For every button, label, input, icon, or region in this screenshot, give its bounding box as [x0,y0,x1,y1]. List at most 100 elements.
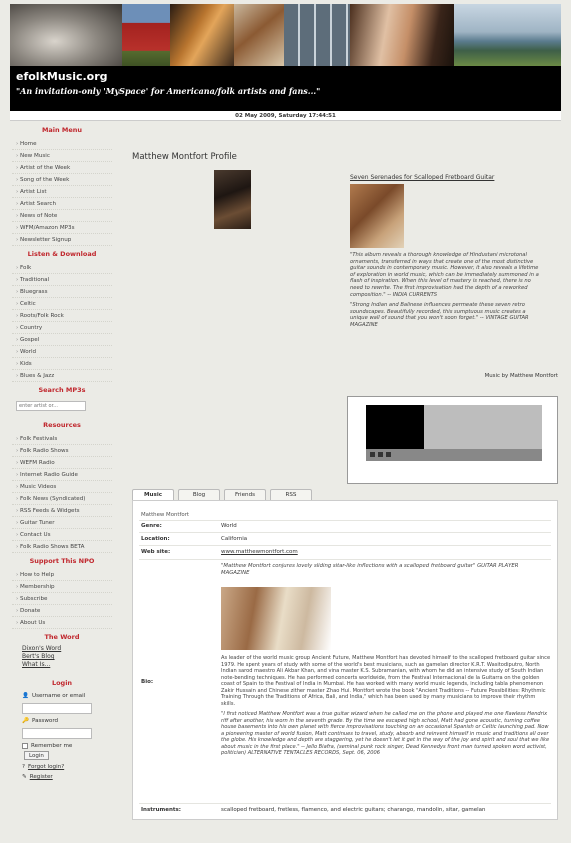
sidebar-item-folk-news[interactable]: Folk News (Syndicated) [12,493,112,505]
sidebar-item-radio-shows-beta[interactable]: Folk Radio Shows BETA [12,541,112,553]
sidebar-item-folk-radio-shows[interactable]: Folk Radio Shows [12,445,112,457]
website-link[interactable]: www.matthewmontfort.com [221,549,551,555]
media-player [347,396,558,484]
banner-mountains-photo [454,4,561,66]
register-icon: ✎ [22,774,27,780]
sidebar-item-blues-jazz[interactable]: Blues & Jazz [12,370,112,382]
instruments-label: Instruments: [141,807,181,813]
album-review: "Strong Indian and Balinese influences p… [350,302,529,328]
sidebar-item-rss-feeds[interactable]: RSS Feeds & Widgets [12,505,112,517]
sidebar-item-gospel[interactable]: Gospel [12,334,112,346]
banner-fiddle-photo [234,4,284,66]
bio-text: As leader of the world music group Ancie… [221,655,551,761]
sidebar-item-country[interactable]: Country [12,322,112,334]
search-row [12,398,112,417]
player-video-area[interactable] [366,405,424,449]
artist-name: Matthew Montfort [141,512,190,518]
header-banner [10,4,561,66]
tab-blog[interactable]: Blog [178,489,220,500]
username-row: 👤 Username or email [12,691,112,701]
divider [139,559,551,560]
site-tagline: "An invitation-only 'MySpace' for Americ… [16,86,321,96]
date-bar: 02 May 2009, Saturday 17:44:51 [10,111,561,121]
banner-window-photo [284,4,350,66]
remember-checkbox[interactable] [22,743,28,749]
website-label: Web site: [141,549,171,555]
sidebar-item-contact-us[interactable]: Contact Us [12,529,112,541]
forgot-login-link[interactable]: Forgot login? [28,762,64,772]
register-link[interactable]: Register [30,772,53,782]
player-display [424,405,542,449]
dixons-word-link[interactable]: Dixon's Word [12,645,112,653]
sidebar-item-artist-search[interactable]: Artist Search [12,198,112,210]
sidebar-item-artist-of-week[interactable]: Artist of the Week [12,162,112,174]
tab-music[interactable]: Music [132,489,174,500]
username-input[interactable] [22,703,92,714]
password-label: Password [31,718,59,724]
tab-friends[interactable]: Friends [224,489,266,500]
stop-icon[interactable] [378,452,383,457]
login-button[interactable]: Login [24,751,49,760]
sidebar-item-celtic[interactable]: Celtic [12,298,112,310]
banner-guitar-photo [10,4,122,66]
banner-mandolin-photo [170,4,234,66]
username-label: Username or email [31,693,86,699]
bio-quote: "Matthew Montfort conjures lovely slidin… [221,563,519,576]
remember-label: Remember me [31,743,73,749]
sidebar-item-song-of-week[interactable]: Song of the Week [12,174,112,186]
sidebar-item-folk-festivals[interactable]: Folk Festivals [12,433,112,445]
search-input[interactable] [16,401,86,411]
sidebar-item-wefm-radio[interactable]: WEFM Radio [12,457,112,469]
sidebar-item-bluegrass[interactable]: Bluegrass [12,286,112,298]
search-mp3s-heading: Search MP3s [38,386,86,394]
profile-tabs: Music Blog Friends RSS [132,489,312,500]
sidebar-item-artist-list[interactable]: Artist List [12,186,112,198]
genre-value: World [221,523,237,529]
divider [139,803,551,804]
sidebar-item-kids[interactable]: Kids [12,358,112,370]
register-row: ✎ Register [12,772,112,782]
sidebar-item-world[interactable]: World [12,346,112,358]
sidebar-item-folk[interactable]: Folk [12,262,112,274]
tab-rss[interactable]: RSS [270,489,312,500]
site-name[interactable]: efolkMusic.org [16,70,108,83]
sidebar-item-news-of-note[interactable]: News of Note [12,210,112,222]
key-icon: 🔑 [22,718,29,724]
sidebar-item-newsletter[interactable]: Newsletter Signup [12,234,112,246]
play-icon[interactable] [370,452,375,457]
sidebar-item-traditional[interactable]: Traditional [12,274,112,286]
sidebar-item-new-music[interactable]: New Music [12,150,112,162]
album-title-link[interactable]: Seven Serenades for Scalloped Fretboard … [350,174,494,181]
album-cover[interactable] [350,184,404,248]
main-menu-heading: Main Menu [41,126,83,134]
banner-hands-photo [350,4,454,66]
resources-heading: Resources [43,421,81,429]
sidebar-item-roots-folk-rock[interactable]: Roots/Folk Rock [12,310,112,322]
page-title: Matthew Montfort Profile [132,152,237,162]
sidebar-item-how-to-help[interactable]: How to Help [12,569,112,581]
bio-paragraph: "I first noticed Matthew Montfort was a … [221,711,550,756]
location-value: California [221,536,248,542]
sidebar-item-subscribe[interactable]: Subscribe [12,593,112,605]
sidebar-item-guitar-tuner[interactable]: Guitar Tuner [12,517,112,529]
sidebar-item-about-us[interactable]: About Us [12,617,112,629]
sidebar: Main Menu Home New Music Artist of the W… [12,122,112,782]
sidebar-item-donate[interactable]: Donate [12,605,112,617]
site-header: efolkMusic.org "An invitation-only 'MySp… [10,4,561,111]
profile-details: Matthew Montfort Genre: World Location: … [132,500,558,820]
bio-image [221,587,331,650]
sidebar-item-wfm-amazon[interactable]: WFM/Amazon MP3s [12,222,112,234]
player-controls [366,449,542,461]
divider [139,520,551,521]
sidebar-item-internet-radio[interactable]: Internet Radio Guide [12,469,112,481]
sidebar-item-music-videos[interactable]: Music Videos [12,481,112,493]
listen-download-heading: Listen & Download [27,250,97,258]
sidebar-item-home[interactable]: Home [12,138,112,150]
what-is-link[interactable]: What Is... [12,661,112,669]
next-icon[interactable] [386,452,391,457]
forgot-row: ? Forgot login? [12,762,112,772]
sidebar-item-membership[interactable]: Membership [12,581,112,593]
current-date: 02 May 2009, Saturday 17:44:51 [235,113,336,119]
password-input[interactable] [22,728,92,739]
berts-blog-link[interactable]: Bert's Blog [12,653,112,661]
